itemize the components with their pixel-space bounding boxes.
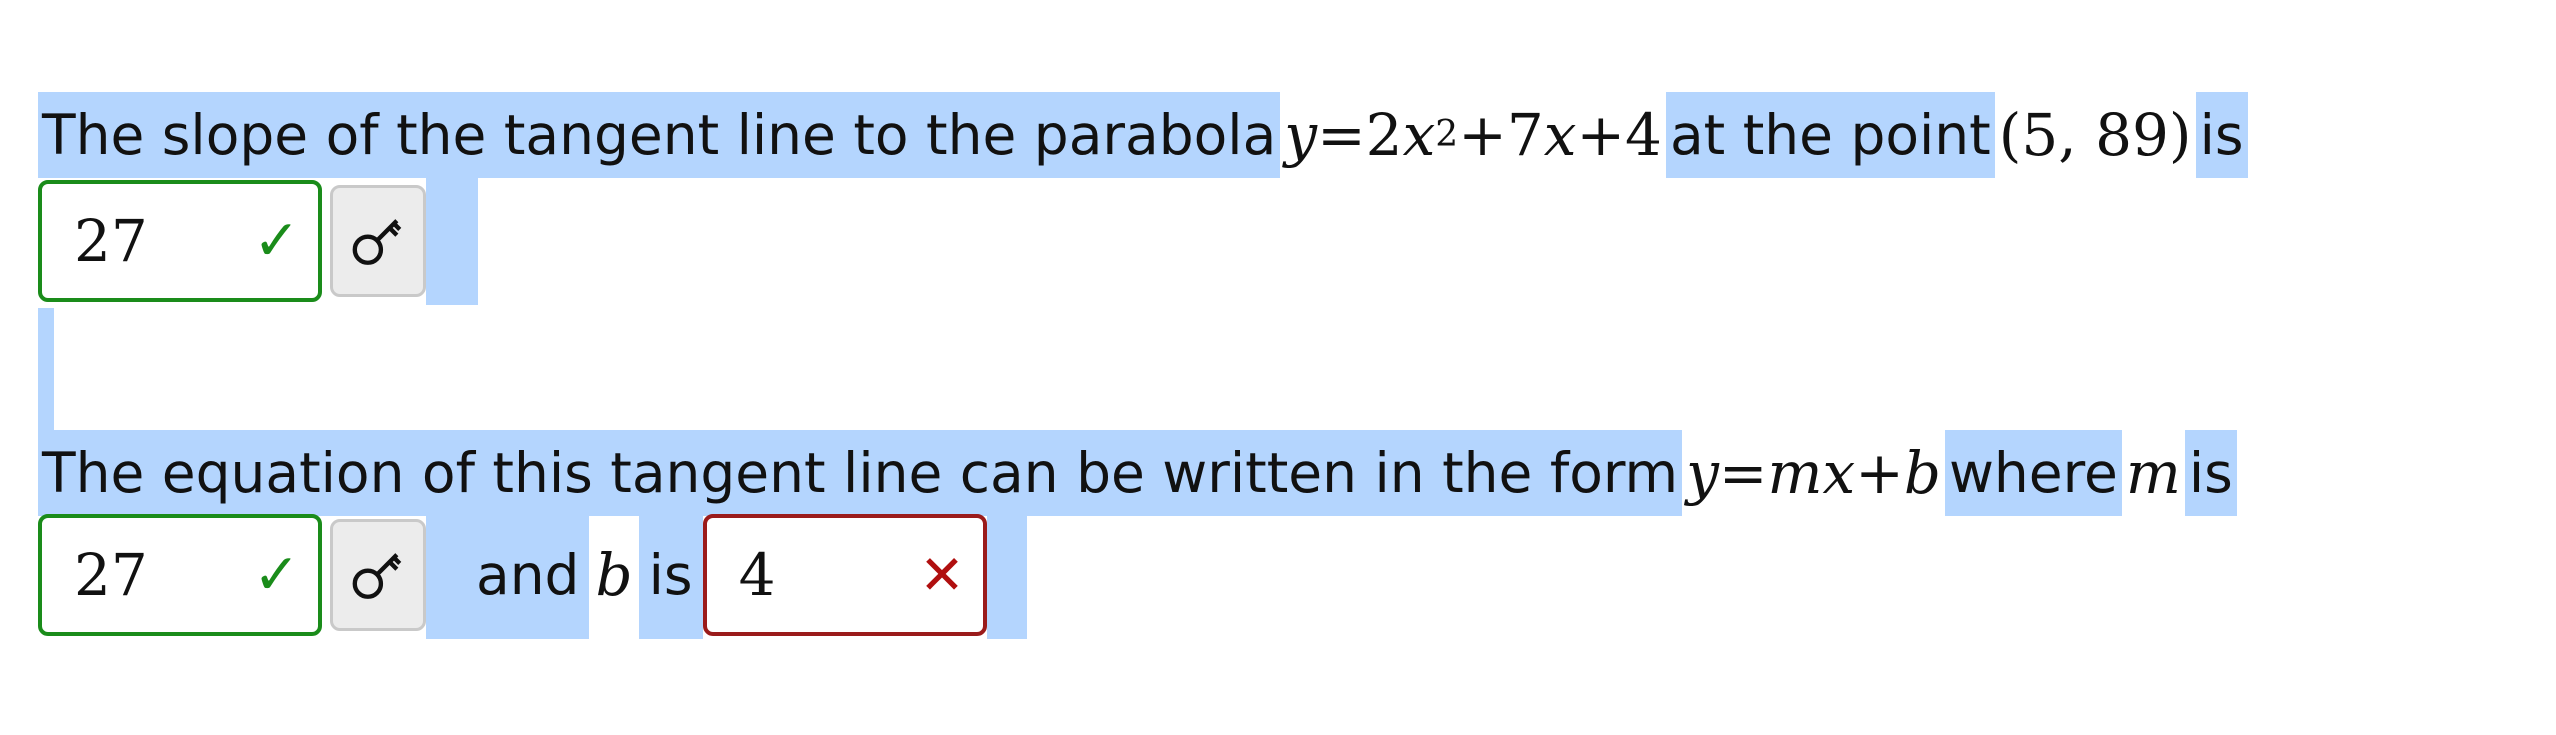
eq-coef-2: 7	[1506, 101, 1544, 169]
answer-3-value: 4	[738, 541, 776, 609]
question-1-text-before: The slope of the tangent line to the par…	[38, 92, 1281, 178]
question-2-text-middle: where	[1944, 430, 2122, 516]
line-eq-mx: mx	[1767, 439, 1856, 507]
check-icon: ✓	[253, 542, 300, 608]
answer-2-row: 27 ✓ and b is 4 ✕	[38, 511, 1027, 639]
answer-key-button-2[interactable]	[330, 519, 426, 631]
line-eq-equals: =	[1718, 439, 1768, 507]
line-eq-plus: +	[1855, 439, 1904, 507]
selection-tail-1	[426, 177, 478, 305]
eq-coef-1: 2	[1365, 101, 1403, 169]
question-1-text-after: is	[2195, 92, 2248, 178]
b-variable: b	[595, 541, 633, 609]
cross-icon: ✕	[919, 543, 965, 607]
answer-key-button-1[interactable]	[330, 185, 426, 297]
eq-var-x: x	[1402, 101, 1436, 169]
b-variable-block: b	[589, 511, 638, 639]
question-1-text-middle: at the point	[1665, 92, 1995, 178]
eq-const: 4	[1625, 101, 1662, 169]
eq-equals: =	[1317, 101, 1366, 169]
selection-gap	[38, 308, 54, 438]
tangent-point: (5, 89)	[1998, 101, 2192, 169]
is-text-block: is	[638, 511, 703, 639]
key-icon	[352, 553, 402, 599]
m-variable: m	[2125, 439, 2181, 507]
eq-lhs: y	[1284, 101, 1318, 169]
selection-tail-2	[986, 511, 1027, 639]
answer-1-value: 27	[74, 207, 148, 275]
check-icon: ✓	[253, 208, 300, 274]
answer-2-value: 27	[74, 541, 148, 609]
question-1-text: The slope of the tangent line to the par…	[38, 92, 2248, 178]
line-equation: y = mx + b	[1682, 430, 1945, 516]
answer-2-input[interactable]: 27 ✓	[38, 514, 322, 636]
eq-var-x-2: x	[1543, 101, 1577, 169]
eq-plus-1: +	[1458, 101, 1507, 169]
answer-1-input[interactable]: 27 ✓	[38, 180, 322, 302]
line-eq-lhs: y	[1686, 439, 1719, 507]
answer-1-row: 27 ✓	[38, 177, 478, 305]
question-2-text: The equation of this tangent line can be…	[38, 430, 2237, 516]
and-text-block: and	[426, 511, 590, 639]
is-text: is	[648, 543, 693, 607]
line-eq-b: b	[1903, 439, 1941, 507]
and-text: and	[476, 543, 580, 607]
eq-plus-2: +	[1576, 101, 1626, 169]
key-icon	[352, 219, 402, 265]
question-2-text-after: is	[2184, 430, 2237, 516]
parabola-equation: y = 2 x2 + 7x + 4	[1284, 101, 1662, 169]
answer-3-input[interactable]: 4 ✕	[702, 514, 987, 636]
question-2-text-before: The equation of this tangent line can be…	[38, 430, 1683, 516]
